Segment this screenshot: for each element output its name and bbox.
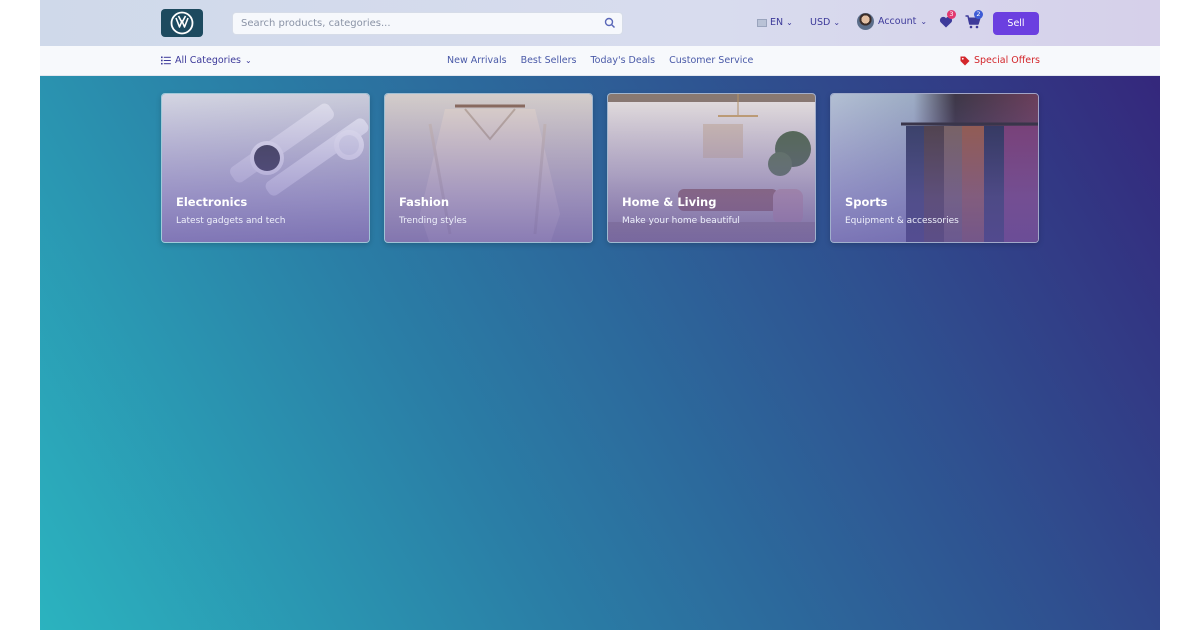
nav-links: New Arrivals Best Sellers Today's Deals …: [447, 55, 753, 66]
vw-logo-icon: [170, 11, 194, 35]
nav-link-new-arrivals[interactable]: New Arrivals: [447, 55, 507, 66]
card-subtitle: Make your home beautiful: [622, 216, 740, 226]
card-title: Home & Living: [622, 195, 717, 209]
tag-icon: [960, 56, 970, 65]
language-label: EN: [770, 17, 784, 28]
card-subtitle: Trending styles: [399, 216, 467, 226]
all-categories-menu[interactable]: All Categories ⌄: [161, 55, 252, 66]
chevron-down-icon: ⌄: [833, 18, 841, 27]
card-title: Fashion: [399, 195, 450, 209]
account-label: Account: [878, 16, 917, 27]
search-input[interactable]: Search products, categories...: [232, 12, 623, 35]
category-card-electronics[interactable]: Electronics Latest gadgets and tech: [161, 93, 370, 243]
account-menu[interactable]: Account ⌄: [857, 13, 927, 30]
avatar: [857, 13, 874, 30]
top-header: Search products, categories... EN ⌄ USD …: [40, 0, 1160, 46]
nav-link-customer-service[interactable]: Customer Service: [669, 55, 753, 66]
chevron-down-icon: ⌄: [920, 17, 928, 26]
currency-label: USD: [810, 17, 831, 28]
cart-count-badge: 2: [974, 10, 983, 19]
brand-logo[interactable]: [161, 9, 203, 37]
all-categories-label: All Categories: [175, 55, 242, 66]
chevron-down-icon: ⌄: [786, 18, 793, 27]
special-offers-label: Special Offers: [974, 55, 1040, 66]
card-subtitle: Equipment & accessories: [845, 216, 959, 226]
currency-selector[interactable]: USD ⌄: [810, 17, 840, 28]
flag-icon: [757, 18, 767, 27]
category-nav: All Categories ⌄ New Arrivals Best Selle…: [40, 46, 1160, 76]
card-title: Sports: [845, 195, 888, 209]
search-icon[interactable]: [604, 17, 616, 29]
category-card-sports[interactable]: Sports Equipment & accessories: [830, 93, 1039, 243]
special-offers-link[interactable]: Special Offers: [960, 55, 1040, 66]
nav-link-best-sellers[interactable]: Best Sellers: [521, 55, 577, 66]
language-selector[interactable]: EN ⌄: [757, 17, 793, 28]
card-subtitle: Latest gadgets and tech: [176, 216, 286, 226]
card-title: Electronics: [176, 195, 248, 209]
wishlist-count-badge: 3: [947, 10, 956, 19]
category-card-fashion[interactable]: Fashion Trending styles: [384, 93, 593, 243]
sell-button[interactable]: Sell: [993, 12, 1039, 35]
chevron-down-icon: ⌄: [245, 56, 252, 65]
list-icon: [161, 56, 171, 65]
category-cards: Electronics Latest gadgets and tech Fash…: [161, 93, 1039, 243]
page-viewport: Search products, categories... EN ⌄ USD …: [40, 0, 1160, 630]
nav-link-todays-deals[interactable]: Today's Deals: [590, 55, 655, 66]
category-card-home-living[interactable]: Home & Living Make your home beautiful: [607, 93, 816, 243]
search-placeholder: Search products, categories...: [241, 18, 391, 29]
